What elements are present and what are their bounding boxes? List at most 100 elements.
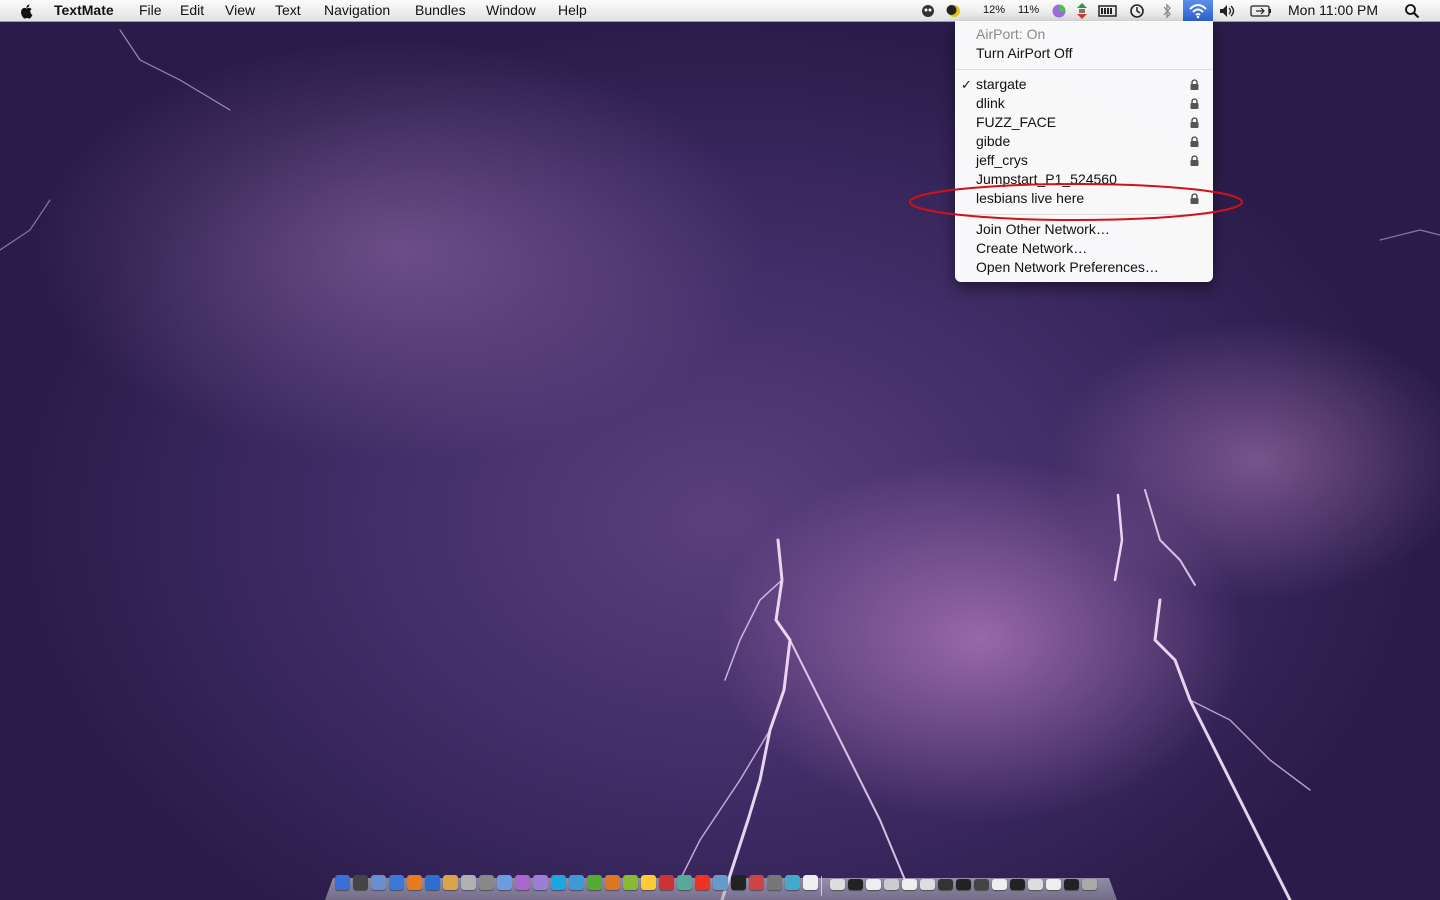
lightning-wallpaper-art [0,29,1440,900]
moon-icon[interactable] [946,3,962,19]
dock-app-icon[interactable] [479,875,494,890]
open-network-preferences-item[interactable]: Open Network Preferences… [955,258,1213,277]
dock-app-icon[interactable] [569,875,584,890]
turn-airport-off-item[interactable]: Turn AirPort Off [955,44,1213,63]
dock-app-icon[interactable] [695,875,710,890]
dock-document-icon[interactable] [1028,879,1043,890]
dock-app-icon[interactable] [587,875,602,890]
dock-document-icon[interactable] [1046,879,1061,890]
lock-icon [1190,98,1199,109]
airport-status-item: AirPort: On [955,25,1213,44]
dock-app-icon[interactable] [551,875,566,890]
cpu-usage-1[interactable]: 12% [983,0,1005,21]
dock-app-icon[interactable] [767,875,782,890]
menu-bundles[interactable]: Bundles [415,0,466,21]
dock-document-icon[interactable] [974,879,989,890]
menu-file[interactable]: File [139,0,162,21]
dock-app-icon[interactable] [713,875,728,890]
open-network-preferences-label: Open Network Preferences… [976,259,1159,275]
network-item-jeff-crys[interactable]: jeff_crys [955,151,1213,170]
create-network-item[interactable]: Create Network… [955,239,1213,258]
dock-app-icon[interactable] [641,875,656,890]
network-item-dlink[interactable]: dlink [955,94,1213,113]
dock-document-icon[interactable] [866,879,881,890]
cpu-pie-icon[interactable] [1051,3,1067,19]
dock-document-icon[interactable] [902,879,917,890]
dock-document-icon[interactable] [1082,879,1097,890]
network-name: FUZZ_FACE [976,114,1057,130]
dock-app-icon[interactable] [533,875,548,890]
dock-document-icon[interactable] [1064,879,1079,890]
airport-status-label: AirPort: On [976,26,1046,42]
dock-app-icon[interactable] [749,875,764,890]
network-item-gibde[interactable]: gibde [955,132,1213,151]
battery-icon[interactable] [1250,5,1272,17]
dock-app-icon[interactable] [785,875,800,890]
airport-menu-extra[interactable] [1183,0,1213,21]
dock-app-icon[interactable] [425,875,440,890]
dock-app-icon[interactable] [659,875,674,890]
lock-icon [1190,117,1199,128]
dock-app-icon[interactable] [461,875,476,890]
bluetooth-icon[interactable] [1161,3,1173,19]
volume-icon[interactable] [1218,3,1238,19]
network-item-fuzz-face[interactable]: FUZZ_FACE [955,113,1213,132]
time-machine-icon[interactable] [1129,3,1145,19]
dock [325,873,1117,900]
dock-app-icon[interactable] [407,875,422,890]
dock-app-icon[interactable] [353,875,368,890]
dock-app-icon[interactable] [731,875,746,890]
menu-app-name[interactable]: TextMate [54,0,114,21]
lock-icon [1190,155,1199,166]
network-name: jeff_crys [976,152,1028,168]
network-name: gibde [976,133,1011,149]
dock-document-icon[interactable] [992,879,1007,890]
dock-app-icon[interactable] [677,875,692,890]
dock-document-icon[interactable] [920,879,935,890]
create-network-label: Create Network… [976,240,1088,256]
dock-document-icon[interactable] [1010,879,1025,890]
network-name: stargate [976,76,1027,92]
menu-view[interactable]: View [225,0,255,21]
dock-app-icon[interactable] [371,875,386,890]
menu-window[interactable]: Window [486,0,536,21]
menu-separator [956,69,1212,70]
dock-document-icon[interactable] [848,879,863,890]
turn-airport-off-label: Turn AirPort Off [976,45,1073,61]
dock-document-icon[interactable] [884,879,899,890]
menu-edit[interactable]: Edit [180,0,204,21]
dock-app-icon[interactable] [335,875,350,890]
red-annotation-ellipse-shape [909,183,1243,221]
menu-navigation[interactable]: Navigation [324,0,390,21]
dock-app-icon[interactable] [623,875,638,890]
menu-text[interactable]: Text [275,0,301,21]
desktop-wallpaper [0,0,1440,900]
dock-app-icon[interactable] [803,875,818,890]
red-annotation-ellipse [909,183,1243,221]
lock-icon [1190,79,1199,90]
battery-meter-icon[interactable] [1098,4,1118,18]
wifi-icon [1189,4,1207,19]
dock-document-icon[interactable] [830,879,845,890]
menu-help[interactable]: Help [558,0,587,21]
menubar-clock[interactable]: Mon 11:00 PM [1288,0,1378,21]
network-arrows-icon[interactable] [1074,2,1090,20]
checkmark-icon: ✓ [961,77,972,92]
lock-icon [1190,136,1199,147]
airport-dropdown-menu: AirPort: On Turn AirPort Off ✓ stargate … [955,21,1213,282]
adium-icon[interactable] [920,3,936,19]
dock-app-icon[interactable] [443,875,458,890]
network-item-stargate[interactable]: ✓ stargate [955,75,1213,94]
dock-separator [821,876,822,896]
dock-app-icon[interactable] [389,875,404,890]
dock-document-icon[interactable] [938,879,953,890]
dock-app-icon[interactable] [605,875,620,890]
spotlight-icon[interactable] [1404,3,1420,19]
menu-bar: TextMate File Edit View Text Navigation … [0,0,1440,22]
apple-logo-icon[interactable] [18,3,36,19]
cpu-usage-2[interactable]: 11% [1018,0,1039,21]
dock-app-icon[interactable] [497,875,512,890]
dock-document-icon[interactable] [956,879,971,890]
network-name: dlink [976,95,1005,111]
dock-app-icon[interactable] [515,875,530,890]
